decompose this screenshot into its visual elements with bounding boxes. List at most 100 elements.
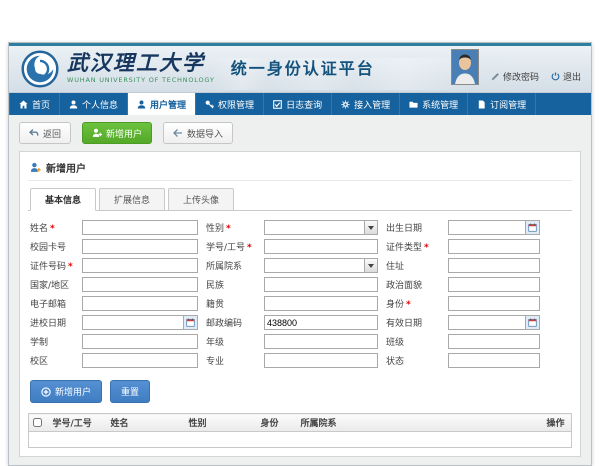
- email-input[interactable]: [82, 296, 198, 311]
- select-all-cell: [29, 414, 51, 432]
- ethnicity-input[interactable]: [264, 277, 378, 292]
- student-id-field: 学号/工号*: [206, 239, 386, 254]
- submit-label: 新增用户: [55, 385, 91, 398]
- empty-table-row: [29, 432, 572, 448]
- basic-info-form: 姓名* 性别* 出生日期 校园卡号 学号/工号*: [28, 211, 572, 374]
- name-field: 姓名*: [30, 220, 206, 235]
- change-password-label: 修改密码: [503, 70, 539, 83]
- address-field: 住址: [386, 258, 572, 273]
- id-type-field: 证件类型*: [386, 239, 572, 254]
- logout-link[interactable]: 退出: [551, 70, 581, 85]
- platform-title: 统一身份认证平台: [231, 55, 375, 79]
- native-place-field: 籍贯: [206, 296, 386, 311]
- nav-item-log-query[interactable]: 日志查询: [264, 93, 332, 115]
- required-marker: *: [68, 262, 73, 272]
- nav-label: 用户管理: [150, 98, 186, 111]
- app-window: 武汉理工大学 WUHAN UNIVERSITY OF TECHNOLOGY 统一…: [8, 42, 592, 466]
- major-input[interactable]: [264, 353, 378, 368]
- field-label: 出生日期: [386, 224, 422, 234]
- identity-input[interactable]: [448, 296, 540, 311]
- birth-date-field: 出生日期: [386, 220, 572, 235]
- department-select[interactable]: [264, 258, 378, 273]
- reset-button[interactable]: 重置: [110, 380, 150, 403]
- user-table: 学号/工号 姓名 性别 身份 所属院系 操作: [28, 413, 572, 448]
- gender-field: 性别*: [206, 220, 386, 235]
- col-student-id: 学号/工号: [51, 414, 109, 432]
- user-avatar: [451, 49, 479, 85]
- id-type-input[interactable]: [448, 239, 540, 254]
- valid-date-input[interactable]: [449, 316, 525, 329]
- add-user-section-icon: [30, 162, 41, 173]
- gear-icon: [341, 100, 350, 109]
- nav-label: 个人信息: [82, 98, 118, 111]
- name-input[interactable]: [82, 220, 198, 235]
- country-field: 国家/地区: [30, 277, 206, 292]
- field-label: 住址: [386, 262, 404, 272]
- address-input[interactable]: [448, 258, 540, 273]
- panel-tabbar: 基本信息 扩展信息 上传头像: [28, 187, 572, 211]
- back-button[interactable]: 返回: [19, 122, 71, 144]
- nav-item-user-management[interactable]: 用户管理: [128, 93, 196, 115]
- field-label: 民族: [206, 281, 224, 291]
- field-label: 学制: [30, 338, 48, 348]
- data-import-label: 数据导入: [187, 127, 223, 140]
- field-label: 专业: [206, 357, 224, 367]
- logout-label: 退出: [563, 70, 581, 83]
- nav-item-profile[interactable]: 个人信息: [60, 93, 128, 115]
- chevron-down-icon: [364, 221, 377, 234]
- select-all-checkbox[interactable]: [33, 418, 42, 427]
- add-user-icon: [92, 128, 102, 138]
- required-marker: *: [226, 224, 231, 234]
- field-label: 姓名: [30, 224, 48, 234]
- tab-extended-info[interactable]: 扩展信息: [99, 188, 165, 211]
- country-input[interactable]: [82, 277, 198, 292]
- checklist-icon: [273, 100, 282, 109]
- student-id-input[interactable]: [264, 239, 378, 254]
- entry-date-input[interactable]: [83, 316, 183, 329]
- nav-item-home[interactable]: 首页: [9, 93, 60, 115]
- field-label: 班级: [386, 338, 404, 348]
- campus-card-input[interactable]: [82, 239, 198, 254]
- native-place-input[interactable]: [264, 296, 378, 311]
- key-icon: [205, 100, 214, 109]
- col-gender: 性别: [187, 414, 259, 432]
- chevron-down-icon: [364, 259, 377, 272]
- campus-input[interactable]: [82, 353, 198, 368]
- tab-basic-info[interactable]: 基本信息: [30, 188, 96, 211]
- submit-add-user-button[interactable]: 新增用户: [30, 380, 102, 403]
- department-field: 所属院系: [206, 258, 386, 273]
- data-import-button[interactable]: 数据导入: [163, 122, 233, 144]
- nav-item-system-management[interactable]: 系统管理: [400, 93, 468, 115]
- nav-item-subscription-management[interactable]: 订阅管理: [468, 93, 536, 115]
- tab-upload-avatar[interactable]: 上传头像: [168, 188, 234, 211]
- id-number-input[interactable]: [82, 258, 198, 273]
- home-icon: [19, 100, 28, 109]
- valid-date-field: 有效日期: [386, 315, 572, 330]
- birth-date-input[interactable]: [449, 221, 525, 234]
- field-label: 电子邮箱: [30, 300, 66, 310]
- education-length-input[interactable]: [82, 334, 198, 349]
- main-nav: 首页 个人信息 用户管理 权限管理 日志查询 接入管理 系统管理 订阅管理: [9, 93, 591, 115]
- field-label: 所属院系: [206, 262, 242, 272]
- identity-field: 身份*: [386, 296, 572, 311]
- postal-code-input[interactable]: [264, 315, 378, 330]
- nav-label: 系统管理: [422, 98, 458, 111]
- nav-label: 接入管理: [354, 98, 390, 111]
- col-department: 所属院系: [299, 414, 545, 432]
- class-input[interactable]: [448, 334, 540, 349]
- change-password-link[interactable]: 修改密码: [491, 70, 539, 85]
- add-user-toolbar-button[interactable]: 新增用户: [82, 122, 152, 144]
- political-status-input[interactable]: [448, 277, 540, 292]
- nav-item-permission-management[interactable]: 权限管理: [196, 93, 264, 115]
- field-label: 进校日期: [30, 319, 66, 329]
- form-actions: 新增用户 重置: [30, 380, 572, 403]
- calendar-icon[interactable]: [183, 316, 197, 329]
- calendar-icon[interactable]: [525, 316, 539, 329]
- grade-input[interactable]: [264, 334, 378, 349]
- major-field: 专业: [206, 353, 386, 368]
- status-input[interactable]: [448, 353, 540, 368]
- gender-select[interactable]: [264, 220, 378, 235]
- calendar-icon[interactable]: [525, 221, 539, 234]
- field-label: 校区: [30, 357, 48, 367]
- nav-item-access-management[interactable]: 接入管理: [332, 93, 400, 115]
